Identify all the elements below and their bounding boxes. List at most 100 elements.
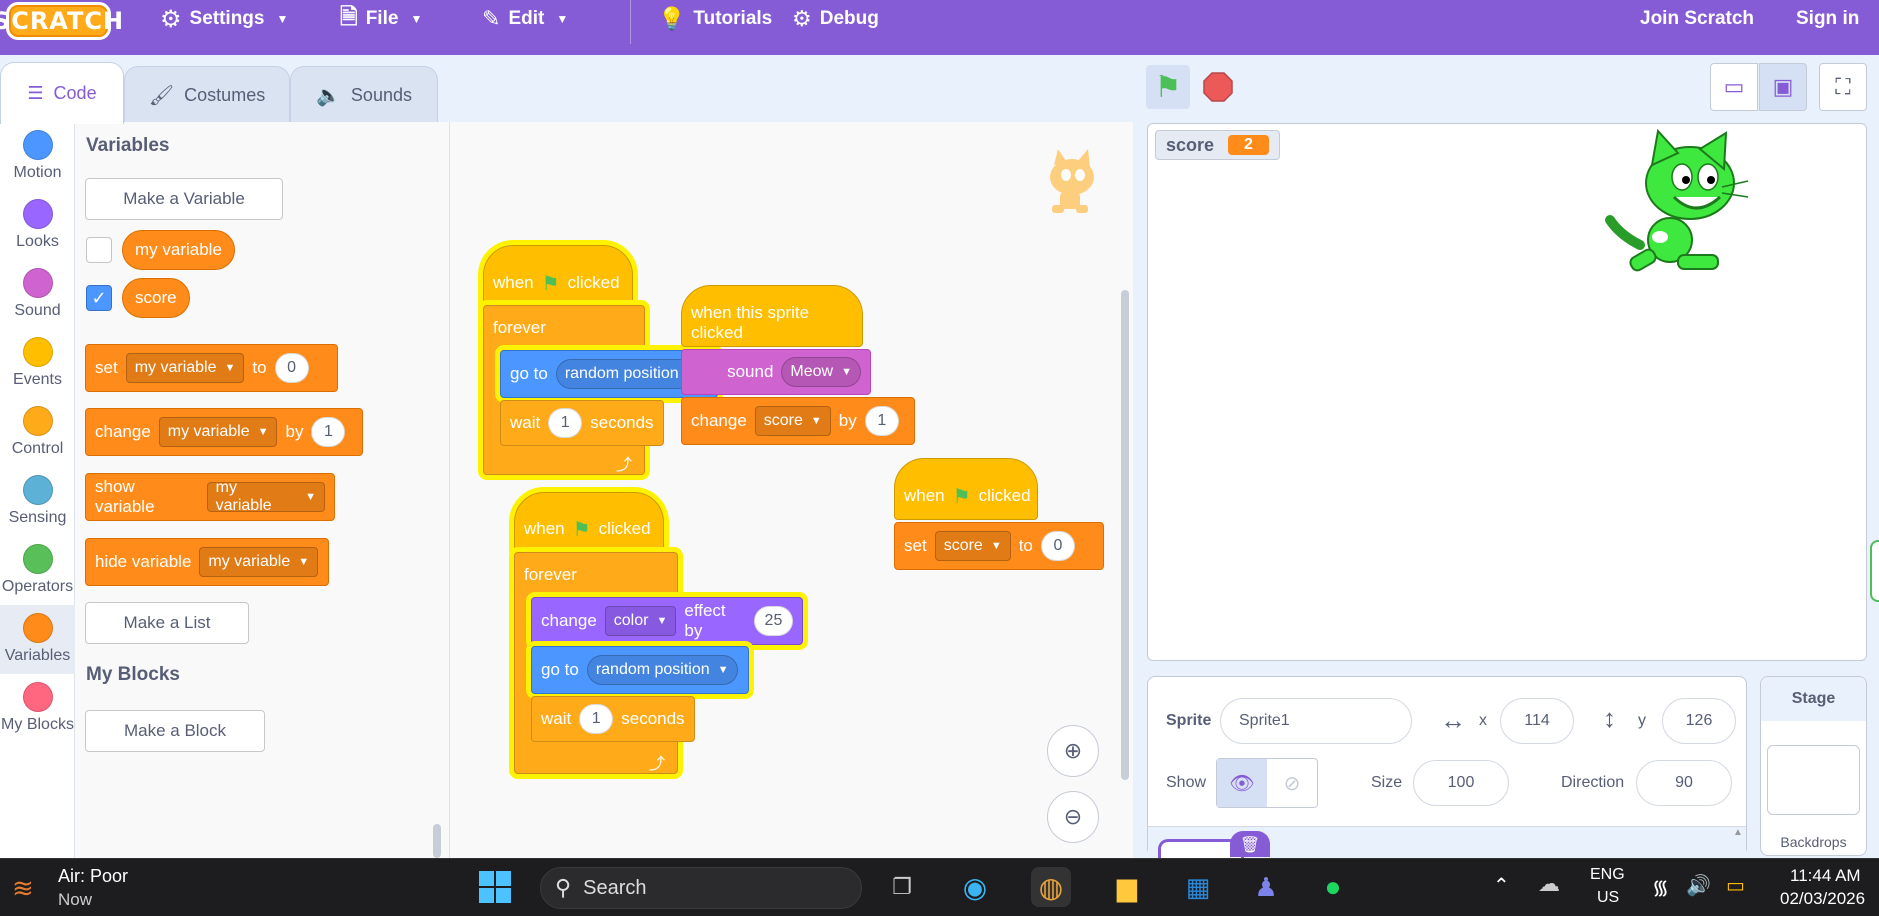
- number-input[interactable]: 1: [548, 408, 583, 438]
- number-input[interactable]: 25: [753, 606, 793, 636]
- stage-canvas[interactable]: [1147, 123, 1867, 661]
- stop-button[interactable]: [1196, 65, 1240, 109]
- make-block-button[interactable]: Make a Block: [85, 710, 265, 752]
- tab-code[interactable]: ☰ Code: [0, 62, 124, 124]
- chevron-up-icon[interactable]: ⌃: [1493, 873, 1510, 898]
- wifi-icon[interactable]: ᯾: [1652, 873, 1669, 900]
- y-input[interactable]: 126: [1662, 698, 1736, 744]
- change-effect-block[interactable]: change color ▼ effect by 25: [531, 597, 803, 645]
- variable-dropdown[interactable]: score ▼: [934, 531, 1011, 561]
- change-variable-block[interactable]: change my variable ▼ by 1: [85, 408, 363, 456]
- tutorials-button[interactable]: 💡 Tutorials: [658, 0, 772, 38]
- effect-dropdown[interactable]: color ▼: [604, 606, 677, 636]
- edge-button[interactable]: ◉: [955, 867, 995, 907]
- variable-dropdown[interactable]: my variable ▼: [206, 479, 325, 514]
- show-visible-button[interactable]: 👁: [1217, 759, 1267, 807]
- file-menu[interactable]: 🗎 File ▼: [340, 0, 422, 38]
- weather-title[interactable]: Air: Poor: [58, 866, 128, 887]
- when-flag-clicked-hat-2[interactable]: when ⚑ clicked: [514, 492, 664, 554]
- join-scratch-link[interactable]: Join Scratch: [1640, 0, 1754, 38]
- variable-dropdown[interactable]: my variable ▼: [158, 417, 278, 447]
- go-to-block-2[interactable]: go to random position ▼: [531, 646, 749, 694]
- variable-dropdown[interactable]: score ▼: [754, 406, 831, 436]
- office-button[interactable]: ▦: [1178, 867, 1218, 907]
- make-list-button[interactable]: Make a List: [85, 602, 249, 644]
- settings-menu[interactable]: ⚙ Settings ▼: [160, 0, 288, 38]
- number-input[interactable]: 1: [311, 417, 346, 447]
- set-variable-block[interactable]: set my variable ▼ to 0: [85, 344, 338, 392]
- small-stage-button[interactable]: ▭: [1710, 63, 1758, 111]
- edit-menu[interactable]: ✎ Edit ▼: [482, 0, 568, 38]
- go-to-target-dropdown[interactable]: random position ▼: [586, 655, 738, 685]
- category-variables[interactable]: Variables: [0, 605, 75, 674]
- category-sensing[interactable]: Sensing: [0, 467, 75, 536]
- workspace-scrollbar[interactable]: [1121, 290, 1129, 780]
- category-my-blocks[interactable]: My Blocks: [0, 674, 75, 743]
- green-flag-button[interactable]: ⚑: [1146, 65, 1190, 109]
- when-sprite-clicked-hat[interactable]: when this sprite clicked: [681, 285, 863, 347]
- variable-dropdown[interactable]: my variable ▼: [199, 547, 319, 577]
- start-sound-block[interactable]: sound Meow ▼: [681, 349, 871, 395]
- task-view-button[interactable]: ❐: [882, 867, 922, 907]
- direction-input[interactable]: 90: [1636, 760, 1732, 806]
- category-looks[interactable]: Looks: [0, 191, 75, 260]
- volume-icon[interactable]: 🔊: [1686, 873, 1711, 898]
- category-operators[interactable]: Operators: [0, 536, 75, 605]
- palette-scrollbar[interactable]: [433, 824, 441, 858]
- palette-heading-my-blocks: My Blocks: [86, 664, 180, 685]
- category-sound[interactable]: Sound: [0, 260, 75, 329]
- sound-dropdown[interactable]: Meow ▼: [781, 357, 861, 387]
- number-input[interactable]: 1: [579, 704, 614, 734]
- start-button[interactable]: [475, 867, 515, 907]
- zoom-in-button[interactable]: ⊕: [1047, 725, 1099, 777]
- green-cat-sprite[interactable]: [1600, 125, 1750, 285]
- number-input[interactable]: 0: [1040, 531, 1075, 561]
- fullscreen-button[interactable]: ⛶: [1819, 63, 1867, 111]
- zoom-out-button[interactable]: ⊖: [1047, 791, 1099, 843]
- extension-button[interactable]: [1870, 540, 1879, 602]
- my-variable-reporter[interactable]: my variable: [122, 230, 235, 270]
- make-variable-button[interactable]: Make a Variable: [85, 178, 283, 220]
- category-motion[interactable]: Motion: [0, 122, 75, 191]
- file-explorer-button[interactable]: ▆: [1107, 867, 1147, 907]
- backdrop-thumbnail[interactable]: [1767, 745, 1860, 815]
- show-variable-block[interactable]: show variable my variable ▼: [85, 473, 335, 521]
- sprite-name-input[interactable]: Sprite1: [1220, 698, 1412, 744]
- tab-sounds[interactable]: 🔈 Sounds: [290, 66, 438, 124]
- spotify-button[interactable]: ●: [1313, 867, 1353, 907]
- taskbar-search[interactable]: ⚲ Search: [540, 867, 862, 909]
- set-score-block[interactable]: set score ▼ to 0: [894, 522, 1104, 570]
- clock-time[interactable]: 11:44 AM: [1790, 866, 1861, 886]
- number-input[interactable]: 1: [864, 406, 899, 436]
- category-control[interactable]: Control: [0, 398, 75, 467]
- change-score-block[interactable]: change score ▼ by 1: [681, 397, 915, 445]
- tab-costumes[interactable]: 🖌 Costumes: [124, 66, 290, 124]
- score-monitor[interactable]: score 2: [1155, 130, 1280, 160]
- stage-selector-panel[interactable]: Stage Backdrops: [1760, 676, 1867, 856]
- score-reporter[interactable]: score: [122, 278, 190, 318]
- wait-block-2[interactable]: wait 1 seconds: [531, 696, 695, 742]
- battery-icon[interactable]: ▭: [1726, 873, 1745, 898]
- scratch-logo[interactable]: SCRATCH: [0, 2, 123, 40]
- teams-button[interactable]: ♟: [1246, 867, 1286, 907]
- hide-variable-block[interactable]: hide variable my variable ▼: [85, 538, 329, 586]
- when-flag-clicked-hat-3[interactable]: when ⚑ clicked: [894, 458, 1038, 520]
- variable-dropdown[interactable]: my variable ▼: [125, 353, 245, 383]
- debug-button[interactable]: ⚙ Debug: [792, 0, 879, 38]
- sprite-list-scroll-up[interactable]: ▲: [1731, 827, 1745, 857]
- size-input[interactable]: 100: [1413, 760, 1509, 806]
- delete-sprite-button[interactable]: 🗑: [1230, 831, 1270, 857]
- cloud-icon[interactable]: ☁: [1538, 871, 1560, 897]
- category-events[interactable]: Events: [0, 329, 75, 398]
- wait-block[interactable]: wait 1 seconds: [500, 400, 664, 446]
- score-checkbox[interactable]: ✓: [86, 285, 112, 311]
- chrome-button[interactable]: ◍: [1031, 867, 1071, 907]
- show-hidden-button[interactable]: ⊘: [1267, 759, 1317, 807]
- normal-stage-button[interactable]: ▣: [1759, 63, 1807, 111]
- x-input[interactable]: 114: [1500, 698, 1574, 744]
- my-variable-checkbox[interactable]: [86, 237, 112, 263]
- when-flag-clicked-hat[interactable]: when ⚑ clicked: [483, 245, 633, 309]
- language-label[interactable]: ENG: [1590, 866, 1625, 884]
- number-input[interactable]: 0: [274, 353, 309, 383]
- sign-in-link[interactable]: Sign in: [1796, 0, 1859, 38]
